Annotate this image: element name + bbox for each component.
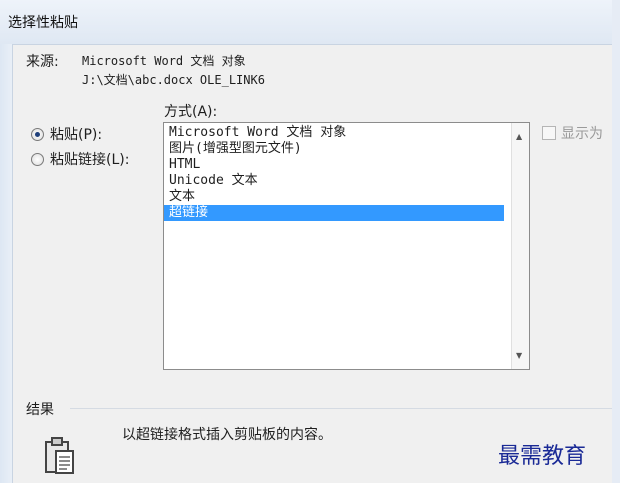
result-label: 结果: [26, 402, 54, 418]
display-as-icon-checkbox[interactable]: [542, 126, 556, 140]
list-item[interactable]: 图片(增强型图元文件): [164, 141, 504, 157]
list-item-selected[interactable]: 超链接: [164, 205, 504, 221]
paste-radio-option[interactable]: 粘贴(P):: [31, 124, 102, 144]
scroll-down-icon[interactable]: ▼: [516, 351, 522, 360]
list-item[interactable]: HTML: [164, 157, 504, 173]
format-list: Microsoft Word 文档 对象 图片(增强型图元文件) HTML Un…: [164, 125, 504, 221]
result-divider: [70, 408, 612, 409]
scroll-up-icon[interactable]: ▲: [516, 132, 522, 141]
paste-link-radio-option[interactable]: 粘贴链接(L):: [31, 149, 129, 169]
method-label: 方式(A):: [164, 104, 218, 120]
list-item[interactable]: Microsoft Word 文档 对象: [164, 125, 504, 141]
paste-link-radio-label: 粘贴链接(L):: [50, 152, 130, 168]
display-as-icon-label: 显示为: [561, 126, 603, 142]
paste-radio[interactable]: [31, 127, 44, 141]
format-listbox[interactable]: Microsoft Word 文档 对象 图片(增强型图元文件) HTML Un…: [163, 122, 530, 370]
list-item[interactable]: Unicode 文本: [164, 173, 504, 189]
list-item[interactable]: 文本: [164, 189, 504, 205]
source-object: Microsoft Word 文档 对象: [82, 54, 246, 68]
clipboard-icon: [45, 437, 74, 474]
display-as-icon-option[interactable]: 显示为: [542, 123, 603, 143]
watermark-text: 最需教育: [498, 444, 587, 469]
dialog-title: 选择性粘贴: [8, 15, 78, 31]
window-frame-right: [612, 0, 620, 483]
result-description: 以超链接格式插入剪贴板的内容。: [122, 427, 332, 443]
paste-link-radio[interactable]: [31, 152, 44, 166]
paste-radio-label: 粘贴(P):: [50, 127, 103, 143]
window-frame-left: [0, 44, 13, 483]
source-path: J:\文档\abc.docx OLE_LINK6: [82, 73, 265, 87]
list-scrollbar[interactable]: ▲ ▼: [511, 123, 529, 369]
title-bar: 选择性粘贴: [0, 0, 620, 45]
source-label: 来源:: [26, 54, 59, 70]
